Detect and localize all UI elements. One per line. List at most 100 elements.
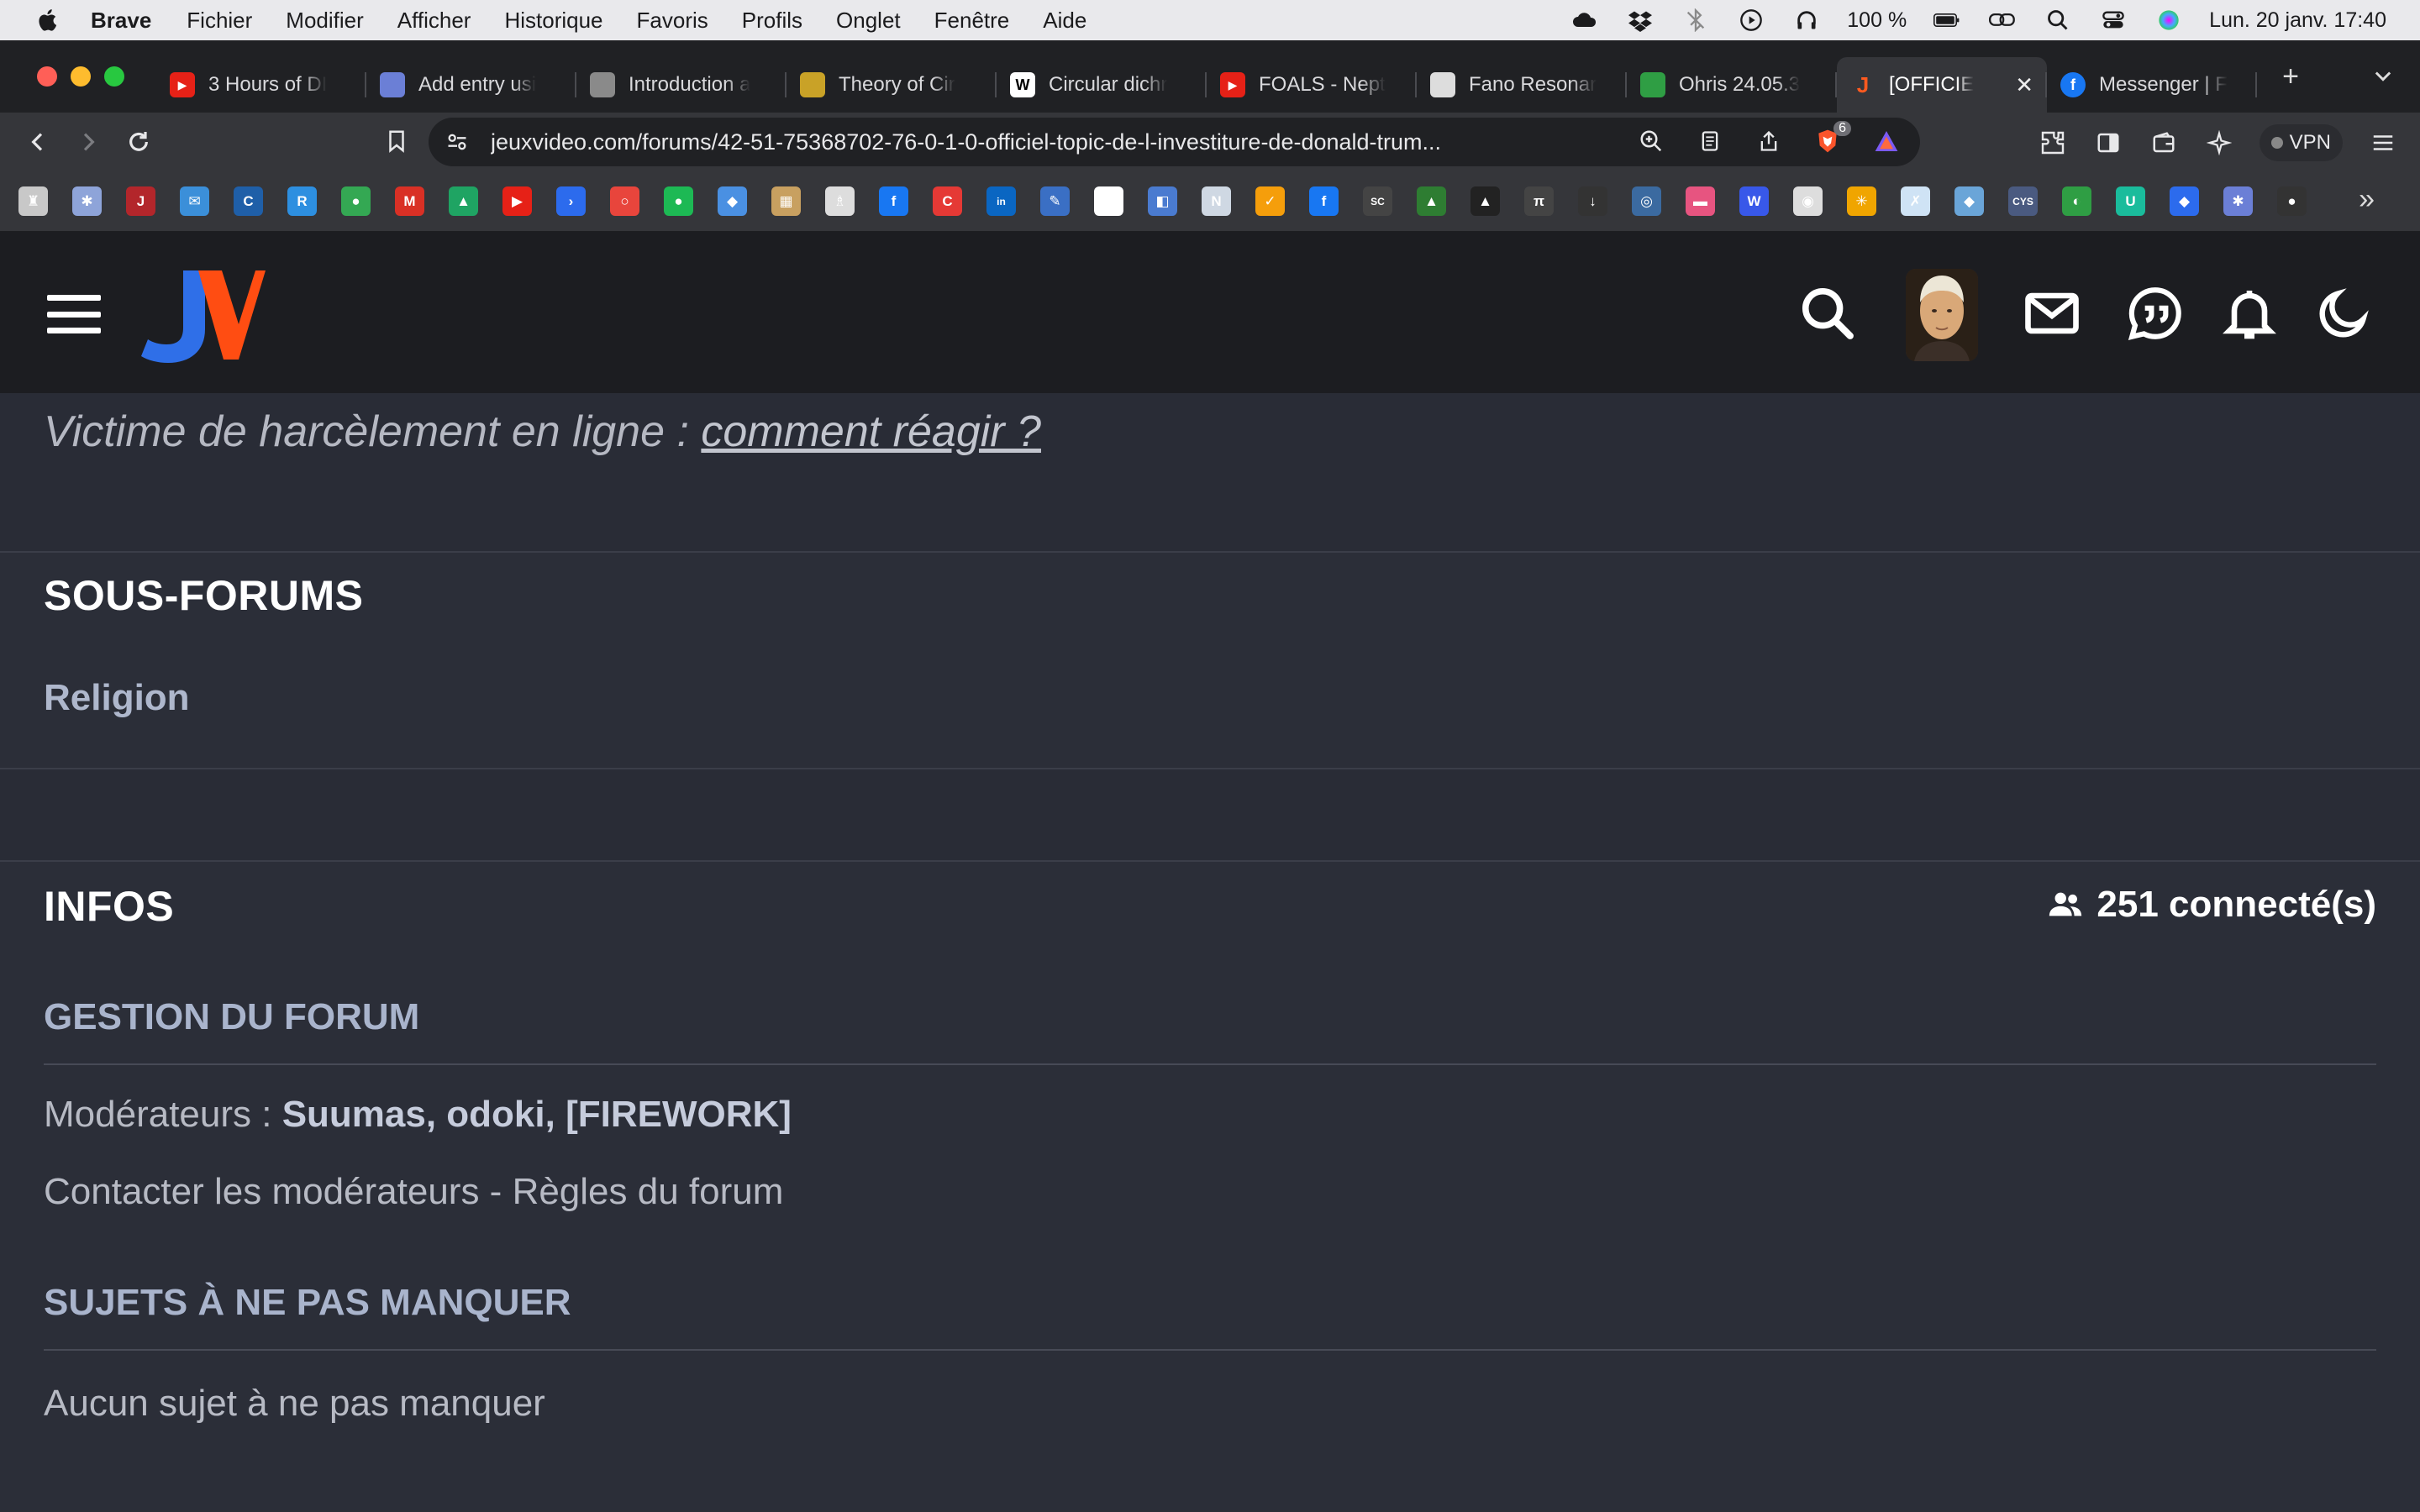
leo-ai-icon[interactable] (2204, 126, 2234, 160)
browser-tab[interactable]: ▶ FOALS - Nept (1207, 57, 1417, 113)
brave-shields-icon[interactable]: 6 (1811, 121, 1851, 158)
hamburger-menu-button[interactable] (47, 295, 101, 333)
dark-mode-moon-icon[interactable] (2312, 282, 2375, 344)
share-icon[interactable] (1752, 124, 1786, 158)
menu-aide[interactable]: Aide (1043, 8, 1086, 34)
tab-list-chevron-icon[interactable] (2366, 59, 2400, 92)
bookmark-15-icon[interactable]: ▦ (771, 186, 801, 216)
browser-tab[interactable]: Add entry usi (366, 57, 576, 113)
youtube-icon[interactable]: ▶ (502, 186, 532, 216)
bookmark-16-icon[interactable]: ♗ (825, 186, 855, 216)
bookmark-22-icon[interactable]: ◧ (1148, 186, 1177, 216)
bookmark-29-icon[interactable]: π (1524, 186, 1554, 216)
battery-icon[interactable] (1932, 8, 1962, 33)
site-settings-icon[interactable] (444, 129, 471, 155)
dropbox-icon[interactable] (1625, 8, 1655, 33)
menu-modifier[interactable]: Modifier (286, 8, 363, 34)
browser-tab[interactable]: Theory of Cir (786, 57, 997, 113)
bookmark-31-icon[interactable]: ◎ (1632, 186, 1661, 216)
menu-fenetre[interactable]: Fenêtre (934, 8, 1010, 34)
vpn-button[interactable]: VPN (2259, 124, 2343, 161)
bookmark-35-icon[interactable]: ✳ (1847, 186, 1876, 216)
bookmark-41-icon[interactable]: ◆ (2170, 186, 2199, 216)
bookmark-43-icon[interactable]: ● (2277, 186, 2307, 216)
bookmark-27-icon[interactable]: ▲ (1417, 186, 1446, 216)
screen-mirror-icon[interactable] (1987, 8, 2018, 33)
facebook-icon[interactable]: f (879, 186, 908, 216)
harassment-help-link[interactable]: comment réagir ? (701, 407, 1041, 456)
sidebar-icon[interactable] (2093, 126, 2123, 160)
bookmark-37-icon[interactable]: ◆ (1954, 186, 1984, 216)
search-icon[interactable] (1797, 282, 1859, 344)
moderators-list[interactable]: Suumas, odoki, [FIREWORK] (282, 1094, 792, 1135)
forward-button[interactable] (67, 121, 109, 163)
menu-onglet[interactable]: Onglet (836, 8, 901, 34)
control-center-icon[interactable] (2098, 8, 2128, 33)
user-avatar[interactable] (1906, 269, 1978, 361)
bookmark-18-icon[interactable]: C (933, 186, 962, 216)
bookmark-20-icon[interactable]: ✎ (1040, 186, 1070, 216)
zoom-window-button[interactable] (104, 66, 124, 87)
new-tab-button[interactable]: + (2265, 51, 2316, 102)
url-text[interactable]: jeuxvideo.com/forums/42-51-75368702-76-0… (491, 129, 1617, 155)
bookmark-30-icon[interactable]: ↓ (1578, 186, 1607, 216)
bookmark-14-icon[interactable]: ◆ (718, 186, 747, 216)
back-button[interactable] (17, 121, 59, 163)
bookmark-3-icon[interactable]: J (126, 186, 155, 216)
news-icon[interactable]: N (1202, 186, 1231, 216)
bookmark-24-icon[interactable]: ✓ (1255, 186, 1285, 216)
facebook-icon[interactable]: f (1309, 186, 1339, 216)
extensions-icon[interactable] (2038, 126, 2068, 160)
wallet-icon[interactable] (2149, 126, 2179, 160)
address-bar[interactable]: jeuxvideo.com/forums/42-51-75368702-76-0… (429, 118, 1920, 166)
bookmark-1-icon[interactable]: ♜ (18, 186, 48, 216)
browser-tab[interactable]: Ohris 24.05.3 (1627, 57, 1837, 113)
bluetooth-off-icon[interactable] (1681, 8, 1711, 33)
subforum-link-religion[interactable]: Religion (44, 677, 190, 719)
bookmark-5-icon[interactable]: C (234, 186, 263, 216)
bookmark-36-icon[interactable]: ✗ (1901, 186, 1930, 216)
messages-icon[interactable] (2021, 282, 2083, 344)
bookmark-28-icon[interactable]: ▲ (1470, 186, 1500, 216)
contact-moderators-rules-links[interactable]: Contacter les modérateurs - Règles du fo… (44, 1171, 783, 1213)
bookmark-40-icon[interactable]: U (2116, 186, 2145, 216)
drive-icon[interactable]: ▲ (449, 186, 478, 216)
close-tab-icon[interactable]: ✕ (2015, 72, 2033, 98)
clock[interactable]: Lun. 20 janv. 17:40 (2209, 8, 2386, 33)
gmail-icon[interactable]: M (395, 186, 424, 216)
bookmark-32-icon[interactable]: ▬ (1686, 186, 1715, 216)
menu-favoris[interactable]: Favoris (637, 8, 708, 34)
spotlight-search-icon[interactable] (2043, 8, 2073, 33)
bookmark-34-icon[interactable]: ◉ (1793, 186, 1823, 216)
bookmark-21-icon[interactable]: A (1094, 186, 1123, 216)
browser-tab[interactable]: W Circular dichr (997, 57, 1207, 113)
bookmark-13-icon[interactable]: ● (664, 186, 693, 216)
menu-historique[interactable]: Historique (504, 8, 602, 34)
jv-logo[interactable] (139, 265, 266, 365)
apple-icon[interactable] (32, 3, 66, 37)
notifications-bell-icon[interactable] (2218, 282, 2281, 344)
headphones-icon[interactable] (1791, 8, 1822, 33)
creative-cloud-icon[interactable] (1570, 8, 1600, 33)
menu-afficher[interactable]: Afficher (397, 8, 471, 34)
bookmark-11-icon[interactable]: › (556, 186, 586, 216)
browser-tab[interactable]: ▶ 3 Hours of DI (156, 57, 366, 113)
wordpress-icon[interactable]: W (1739, 186, 1769, 216)
bookmark-4-icon[interactable]: ✉ (180, 186, 209, 216)
reload-button[interactable] (118, 121, 160, 163)
bookmark-6-icon[interactable]: R (287, 186, 317, 216)
maps-icon[interactable]: ● (341, 186, 371, 216)
siri-icon[interactable] (2154, 8, 2184, 33)
bookmark-2-icon[interactable]: ✱ (72, 186, 102, 216)
brave-rewards-icon[interactable] (1870, 124, 1903, 158)
browser-tab[interactable]: f Messenger | F (2047, 57, 2257, 113)
browser-tab[interactable]: J [OFFICIE ✕ (1837, 57, 2047, 113)
bookmark-42-icon[interactable]: ✱ (2223, 186, 2253, 216)
close-window-button[interactable] (37, 66, 57, 87)
bookmark-38-icon[interactable]: CYS (2008, 186, 2038, 216)
minimize-window-button[interactable] (71, 66, 91, 87)
browser-menu-icon[interactable] (2368, 126, 2398, 160)
menu-profils[interactable]: Profils (742, 8, 802, 34)
bookmark-page-icon[interactable] (380, 124, 413, 158)
play-icon[interactable] (1736, 8, 1766, 33)
